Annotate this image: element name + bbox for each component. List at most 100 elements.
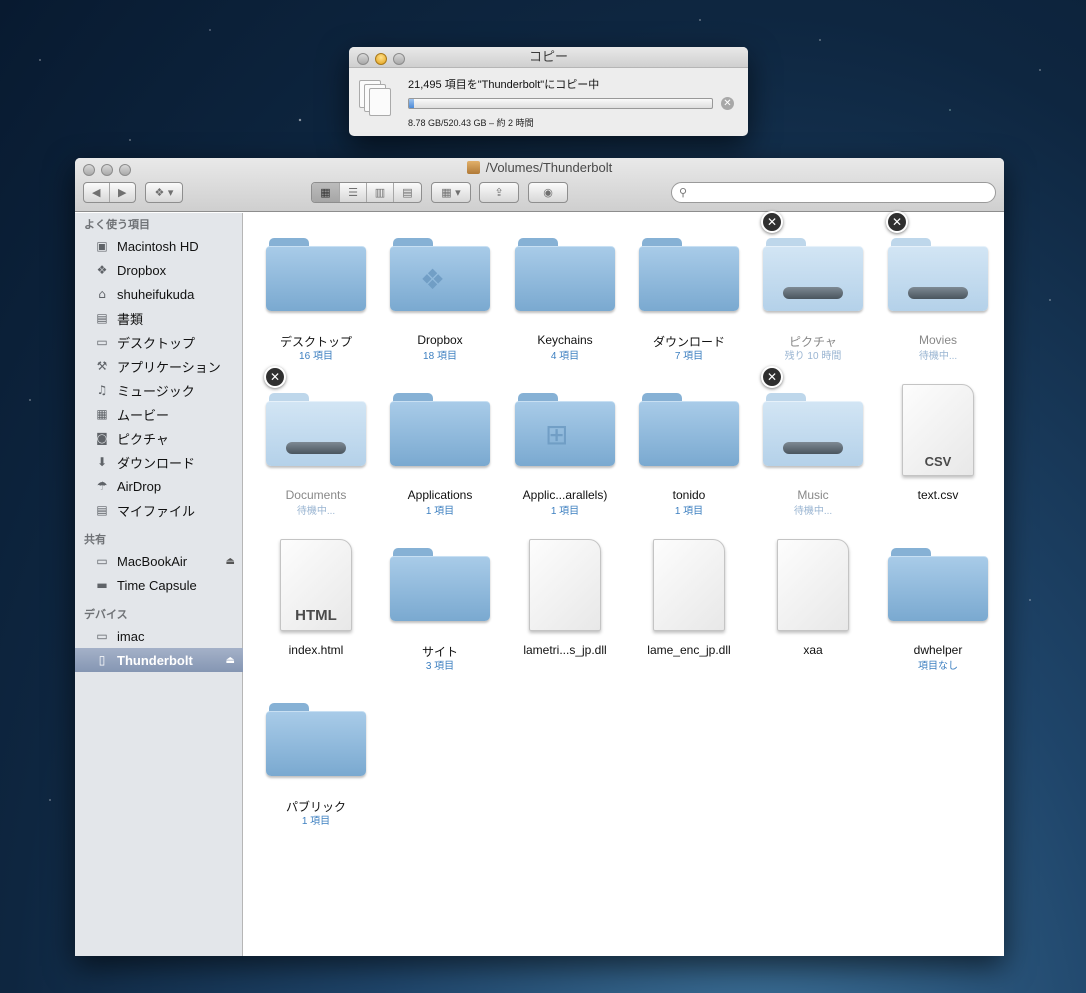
folder-icon — [888, 235, 988, 313]
folder-item[interactable]: Applications 1 項目 — [372, 368, 496, 518]
folder-item[interactable]: パブリック 1 項目 — [248, 678, 372, 828]
sidebar-item[interactable]: ▬ Time Capsule — [75, 573, 243, 597]
sidebar-item-icon: ▤ — [96, 311, 108, 325]
sidebar-item-icon: ▭ — [96, 554, 108, 568]
sidebar-item-icon: ❖ — [96, 263, 108, 277]
eject-icon[interactable]: ⏏ — [226, 655, 235, 666]
sidebar-item[interactable]: ▣ Macintosh HD — [75, 234, 243, 258]
column-view-button[interactable]: ▥ — [367, 183, 394, 202]
item-subtitle: 4 項目 — [550, 351, 580, 362]
search-input[interactable]: ⚲ — [671, 182, 996, 203]
arrange-button[interactable]: ▦ ▾ — [432, 183, 470, 202]
sidebar-item[interactable]: ▯ Thunderbolt ⏏ — [75, 648, 243, 672]
item-subtitle: 1 項目 — [425, 506, 455, 517]
copy-window-title: コピー — [528, 49, 568, 64]
folder-item[interactable]: デスクトップ 16 項目 — [248, 213, 372, 363]
sidebar-item[interactable]: ☂ AirDrop — [75, 474, 243, 498]
file-item[interactable]: lame_enc_jp.dll — [621, 523, 745, 673]
folder-icon — [763, 235, 863, 313]
sidebar-item-label: 書類 — [117, 311, 144, 327]
sidebar-item-icon: ⬇ — [96, 455, 108, 469]
list-view-button[interactable]: ☰ — [340, 183, 367, 202]
sidebar-item[interactable]: ▭ デスクトップ — [75, 330, 243, 354]
sidebar-item[interactable]: ▤ マイファイル — [75, 498, 243, 522]
zoom-button[interactable] — [393, 53, 405, 65]
sidebar-item[interactable]: ▭ imac — [75, 624, 243, 648]
item-subtitle: 残り 10 時間 — [784, 351, 842, 362]
sidebar-item-label: マイファイル — [117, 503, 196, 519]
devices-header: デバイス — [84, 609, 128, 621]
stop-copy-icon[interactable]: ✕ — [761, 366, 783, 388]
sidebar-item[interactable]: ▦ ムービー — [75, 402, 243, 426]
stop-copy-button[interactable]: ✕ — [721, 97, 734, 110]
item-name: Music — [797, 488, 829, 502]
folder-item[interactable]: ダウンロード 7 項目 — [621, 213, 745, 363]
minimize-button[interactable] — [375, 53, 387, 65]
sidebar-item-label: shuheifukuda — [117, 286, 195, 302]
folder-item[interactable]: Keychains 4 項目 — [497, 213, 621, 363]
sidebar-item[interactable]: ◙ ピクチャ — [75, 426, 243, 450]
sidebar-item[interactable]: ⚒ アプリケーション — [75, 354, 243, 378]
folder-icon: ❖ — [390, 235, 490, 313]
sidebar-item-icon: ▭ — [96, 335, 108, 349]
stop-copy-icon[interactable]: ✕ — [264, 366, 286, 388]
finder-toolbar: /Volumes/Thunderbolt ◀ ▶ ❖ ▾ ▦ ☰ ▥ ▤ ▦ ▾… — [75, 158, 1004, 212]
eject-icon[interactable]: ⏏ — [226, 556, 235, 567]
item-subtitle: 7 項目 — [674, 351, 704, 362]
sidebar-item[interactable]: ⌂ shuheifukuda — [75, 282, 243, 306]
item-name: Applications — [407, 488, 473, 502]
sidebar-item[interactable]: ▭ MacBookAir ⏏ — [75, 549, 243, 573]
folder-item[interactable]: tonido 1 項目 — [621, 368, 745, 518]
folder-item[interactable]: ❖ Dropbox 18 項目 — [372, 213, 496, 363]
forward-button[interactable]: ▶ — [110, 183, 135, 202]
file-item[interactable]: CSV text.csv — [870, 368, 994, 518]
icon-view-button[interactable]: ▦ — [312, 183, 340, 202]
share-button[interactable]: ⇪ — [480, 183, 518, 202]
dropbox-menu-button[interactable]: ❖ ▾ — [146, 183, 182, 202]
sidebar-item-icon: ◙ — [96, 431, 108, 445]
close-button[interactable] — [357, 53, 369, 65]
item-subtitle: 1 項目 — [301, 816, 331, 827]
file-item[interactable]: lametri...s_jp.dll — [497, 523, 621, 673]
sidebar-item-icon: ♫ — [96, 383, 108, 397]
sidebar-item[interactable]: ❖ Dropbox — [75, 258, 243, 282]
folder-item[interactable]: ⊞ Applic...arallels) 1 項目 — [497, 368, 621, 518]
document-icon: HTML — [280, 539, 352, 631]
item-subtitle: 3 項目 — [425, 661, 455, 672]
file-item[interactable]: xaa — [745, 523, 869, 673]
file-item[interactable]: HTML index.html — [248, 523, 372, 673]
item-name: tonido — [672, 488, 706, 502]
folder-item[interactable]: ✕ Music 待機中... — [745, 366, 869, 518]
folder-item[interactable]: ✕ Documents 待機中... — [248, 366, 372, 518]
sidebar-item-icon: ☂ — [96, 479, 108, 493]
back-button[interactable]: ◀ — [84, 183, 110, 202]
sidebar-item[interactable]: ♫ ミュージック — [75, 378, 243, 402]
sidebar-item-icon: ▬ — [96, 578, 108, 592]
folder-item[interactable]: ✕ ピクチャ 残り 10 時間 — [745, 211, 869, 363]
stop-copy-icon[interactable]: ✕ — [761, 211, 783, 233]
coverflow-view-button[interactable]: ▤ — [394, 183, 421, 202]
item-name: Applic...arallels) — [522, 488, 608, 502]
item-name: lametri...s_jp.dll — [523, 643, 607, 657]
item-subtitle: 1 項目 — [674, 506, 704, 517]
document-icon — [529, 539, 601, 631]
copy-progress-pill — [783, 287, 843, 299]
folder-icon — [888, 545, 988, 623]
folder-emblem-icon: ❖ — [420, 263, 446, 296]
sidebar-item-icon: ▦ — [96, 407, 108, 421]
stop-copy-icon[interactable]: ✕ — [886, 211, 908, 233]
quicklook-menu: ◉ — [528, 182, 568, 203]
item-subtitle: 項目なし — [918, 661, 958, 672]
item-name: dwhelper — [913, 643, 963, 657]
drive-icon — [466, 161, 480, 174]
window-title-text: /Volumes/Thunderbolt — [485, 160, 613, 175]
folder-item[interactable]: ✕ Movies 待機中... — [870, 211, 994, 363]
quicklook-button[interactable]: ◉ — [529, 183, 567, 202]
copy-titlebar[interactable]: コピー — [349, 47, 748, 68]
sidebar-item-label: MacBookAir — [117, 553, 188, 569]
sidebar-item[interactable]: ▤ 書類 — [75, 306, 243, 330]
folder-item[interactable]: dwhelper 項目なし — [870, 523, 994, 673]
folder-item[interactable]: サイト 3 項目 — [372, 523, 496, 673]
sidebar-item[interactable]: ⬇ ダウンロード — [75, 450, 243, 474]
window-title: /Volumes/Thunderbolt — [75, 160, 1004, 175]
